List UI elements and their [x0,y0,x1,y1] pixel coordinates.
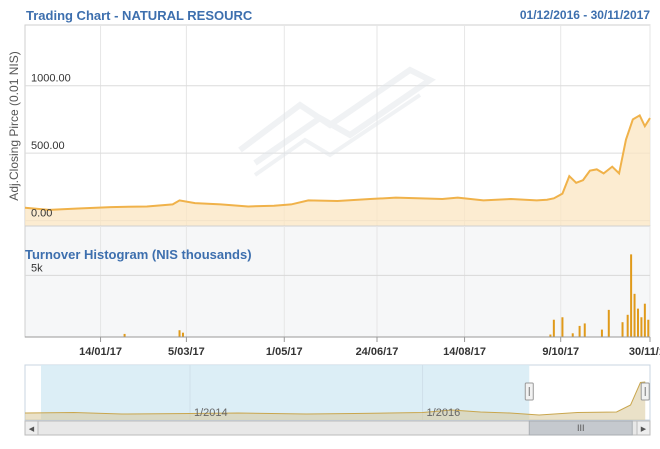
histogram-panel [24,225,651,338]
histogram-y-tick-label: 5k [31,262,43,274]
histogram-bar[interactable] [607,309,610,337]
x-tick-label: 1/05/17 [266,346,303,358]
histogram-bar[interactable] [552,319,555,337]
x-tick-label: 5/03/17 [168,346,205,358]
x-tick-label: 30/11/17 [629,346,660,358]
chevron-left-icon: ◀ [29,425,35,433]
histogram-bar[interactable] [633,293,636,337]
histogram-title: Turnover Histogram (NIS thousands) [25,247,252,262]
histogram-bar[interactable] [643,303,646,337]
histogram-bar[interactable] [583,323,586,337]
navigator-tick-label: 1/2014 [194,407,228,419]
histogram-bar[interactable] [181,332,184,337]
histogram-bar[interactable] [626,314,629,337]
chevron-right-icon: ▶ [641,425,647,433]
histogram-bar[interactable] [621,322,624,337]
scrollbar-grip: III [577,423,585,433]
x-tick-label: 24/06/17 [356,346,399,358]
x-axis-ticks: 14/01/17 5/03/17 1/05/17 24/06/17 14/08/17 9/… [79,337,660,358]
x-tick-label: 9/10/17 [542,346,579,358]
histogram-bar[interactable] [636,308,639,337]
histogram-bar[interactable] [630,254,633,337]
price-y-tick-label: 0.00 [31,208,52,220]
histogram-bar[interactable] [640,317,643,337]
x-tick-label: 14/08/17 [443,346,486,358]
price-y-tick-label: 1000.00 [31,73,71,85]
navigator-tick-label: 1/2016 [427,407,461,419]
histogram-bar[interactable] [647,319,650,337]
x-tick-label: 14/01/17 [79,346,122,358]
histogram-bar[interactable] [571,333,574,337]
histogram-bar[interactable] [600,329,603,337]
price-y-axis-label: Adj.Closing Pirce (0.01 NIS) [7,51,21,200]
histogram-bar[interactable] [578,325,581,337]
histogram-bar[interactable] [561,317,564,337]
price-y-tick-label: 500.00 [31,140,65,152]
histogram-y-ticks: 5k [31,262,43,274]
histogram-bar[interactable] [178,330,181,337]
trading-chart[interactable]: 0.00 500.00 1000.00 Adj.Closing Pirce (0.0… [0,0,660,449]
